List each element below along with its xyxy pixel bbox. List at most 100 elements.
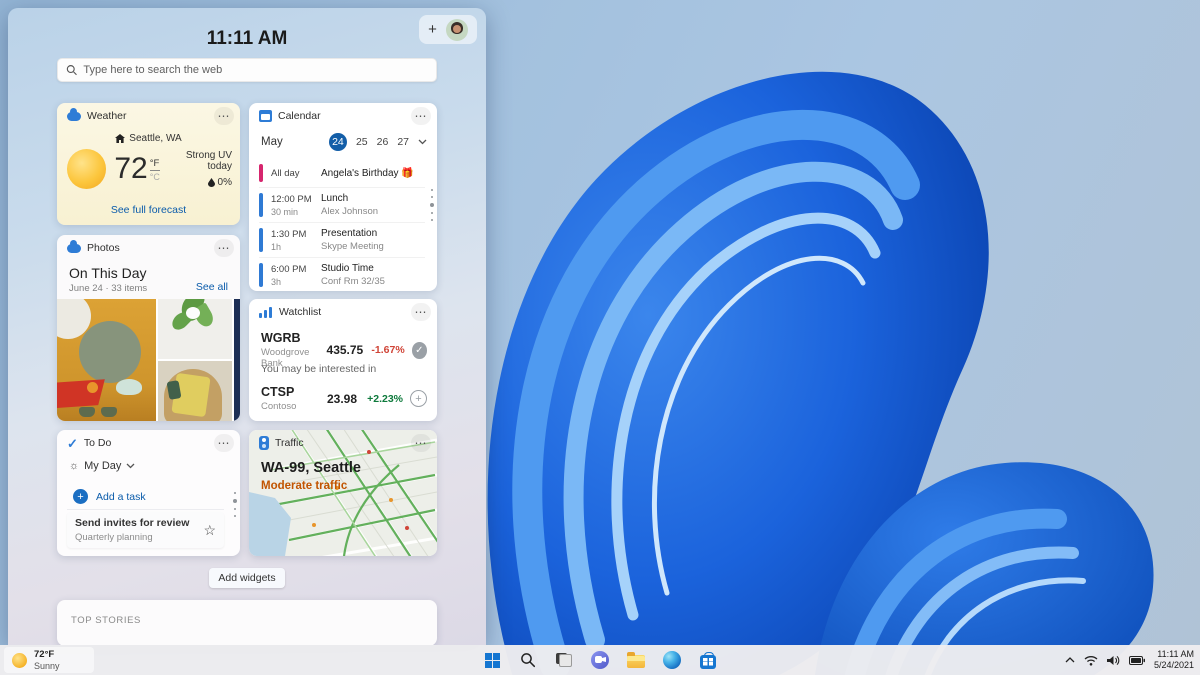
start-button[interactable] (480, 648, 504, 672)
weather-condition: Strong UV today (185, 150, 232, 172)
calendar-day[interactable]: 25 (356, 136, 368, 148)
todo-check-icon: ✓ (67, 435, 78, 451)
add-task-row[interactable]: + Add a task (67, 484, 224, 510)
watchlist-more-button[interactable]: ⋯ (411, 303, 431, 321)
search-input[interactable] (83, 64, 428, 76)
weather-unit-toggle[interactable]: °F °C (149, 158, 160, 182)
top-stories-label: TOP STORIES (71, 615, 141, 626)
user-avatar[interactable] (445, 18, 468, 41)
traffic-more-button[interactable]: ⋯ (411, 434, 431, 452)
traffic-light-icon (259, 436, 269, 450)
todo-widget: ✓ To Do ⋯ ☼ My Day + Add a task Send inv… (57, 430, 240, 556)
photo-still-life[interactable] (57, 299, 156, 421)
photo-hanging-plant[interactable] (158, 299, 232, 359)
weather-forecast-link[interactable]: See full forecast (57, 204, 240, 216)
microsoft-store-button[interactable] (696, 648, 720, 672)
add-widget-icon[interactable]: + (428, 22, 437, 37)
stock-id: CTSP Contoso (261, 385, 296, 412)
watchlist-widget-header: Watchlist (249, 299, 437, 325)
photos-widget-header: Photos (57, 235, 240, 261)
photos-widget: Photos ⋯ On This Day June 24 · 33 items … (57, 235, 240, 421)
chat-button[interactable] (588, 648, 612, 672)
volume-icon[interactable] (1106, 655, 1120, 666)
photos-more-button[interactable]: ⋯ (214, 239, 234, 257)
photo-wicker-chair[interactable] (158, 361, 232, 421)
taskbar-sun-icon (12, 652, 27, 668)
tray-date: 5/24/2021 (1153, 660, 1194, 670)
widgets-panel: 11:11 AM + Weather ⋯ Seattle, WA 72 °F °… (8, 8, 486, 645)
calendar-day[interactable]: 27 (397, 136, 409, 148)
watching-check-icon[interactable]: ✓ (411, 341, 427, 359)
taskbar-search-button[interactable] (516, 648, 540, 672)
chevron-down-icon[interactable] (418, 139, 427, 145)
unit-celsius[interactable]: °C (150, 171, 160, 182)
edge-browser-button[interactable] (660, 648, 684, 672)
calendar-more-button[interactable]: ⋯ (411, 107, 431, 125)
taskbar-weather-temp: 72°F (34, 649, 55, 660)
todo-more-button[interactable]: ⋯ (214, 434, 234, 452)
taskbar-center-icons (480, 645, 720, 675)
wifi-icon[interactable] (1084, 655, 1098, 666)
event-time-col: 12:00 PM 30 min (271, 193, 312, 217)
add-widgets-button[interactable]: Add widgets (209, 568, 285, 588)
photos-see-all-link[interactable]: See all (196, 281, 228, 293)
watchlist-suggestion-label: You may be interested in (261, 363, 377, 375)
chevron-up-icon[interactable] (1065, 657, 1075, 663)
tray-time: 11:11 AM (1157, 648, 1194, 659)
taskbar-weather-text: 72°F Sunny (34, 649, 60, 671)
droplet-icon (207, 178, 215, 187)
event-text-col: Angela's Birthday 🎁 (321, 167, 414, 179)
tray-clock[interactable]: 11:11 AM 5/24/2021 (1154, 649, 1194, 672)
weather-cloud-icon (67, 107, 81, 121)
bloom-wallpaper-art (487, 71, 1154, 675)
add-task-plus-icon: + (73, 489, 88, 504)
weather-main-row: 72 °F °C Strong UV today 0% (67, 149, 232, 189)
sun-icon (67, 149, 107, 189)
top-stories-section[interactable]: TOP STORIES (57, 600, 437, 645)
add-stock-icon[interactable]: + (410, 390, 427, 407)
calendar-event[interactable]: All day Angela's Birthday 🎁 (259, 159, 425, 187)
weather-more-button[interactable]: ⋯ (214, 107, 234, 125)
folder-icon (627, 652, 645, 668)
calendar-month: May (261, 136, 283, 148)
calendar-day[interactable]: 26 (377, 136, 389, 148)
calendar-day-selected[interactable]: 24 (328, 133, 347, 151)
star-icon[interactable]: ☆ (203, 522, 216, 539)
my-day-sun-icon: ☼ (69, 459, 80, 472)
photo-partial[interactable] (234, 299, 240, 421)
chat-icon (591, 651, 609, 669)
weather-precip: 0% (217, 177, 232, 188)
event-text-col: Studio Time Conf Rm 32/35 (321, 263, 385, 287)
calendar-event[interactable]: 6:00 PM 3h Studio Time Conf Rm 32/35 (259, 257, 425, 292)
unit-fahrenheit[interactable]: °F (149, 158, 160, 171)
calendar-event[interactable]: 12:00 PM 30 min Lunch Alex Johnson (259, 187, 425, 222)
stock-row[interactable]: CTSP Contoso 23.98 +2.23% + (261, 385, 427, 412)
panel-header-pill: + (419, 15, 477, 44)
event-color-bar (259, 193, 263, 217)
event-time-col: All day (271, 167, 300, 179)
taskbar-weather-button[interactable]: 72°F Sunny (4, 647, 94, 673)
store-bag-icon (700, 651, 716, 669)
todo-list-selector[interactable]: ☼ My Day (69, 460, 135, 472)
calendar-days: 24 25 26 27 (328, 133, 427, 151)
search-icon (66, 65, 77, 76)
task-text: Send invites for review Quarterly planni… (75, 517, 189, 543)
task-title: Send invites for review (75, 517, 190, 529)
task-view-button[interactable] (552, 648, 576, 672)
file-explorer-button[interactable] (624, 648, 648, 672)
task-view-icon (556, 653, 572, 667)
watchlist-widget: Watchlist ⋯ WGRB Woodgrove Bank 435.75 -… (249, 299, 437, 421)
stock-symbol: CTSP (261, 385, 295, 399)
battery-icon[interactable] (1128, 655, 1145, 665)
weather-location-row[interactable]: Seattle, WA (57, 133, 240, 144)
edge-icon (663, 651, 681, 669)
todo-scrollbar-dots[interactable] (233, 492, 237, 517)
weather-widget-title: Weather (87, 110, 127, 122)
photos-collage[interactable] (57, 299, 240, 421)
calendar-event[interactable]: 1:30 PM 1h Presentation Skype Meeting (259, 222, 425, 257)
stock-price: 23.98 (326, 391, 357, 406)
calendar-scrollbar-dots[interactable] (430, 189, 434, 221)
add-task-label: Add a task (96, 490, 146, 503)
task-row[interactable]: Send invites for review Quarterly planni… (67, 512, 224, 548)
web-search-bar[interactable] (57, 58, 437, 82)
